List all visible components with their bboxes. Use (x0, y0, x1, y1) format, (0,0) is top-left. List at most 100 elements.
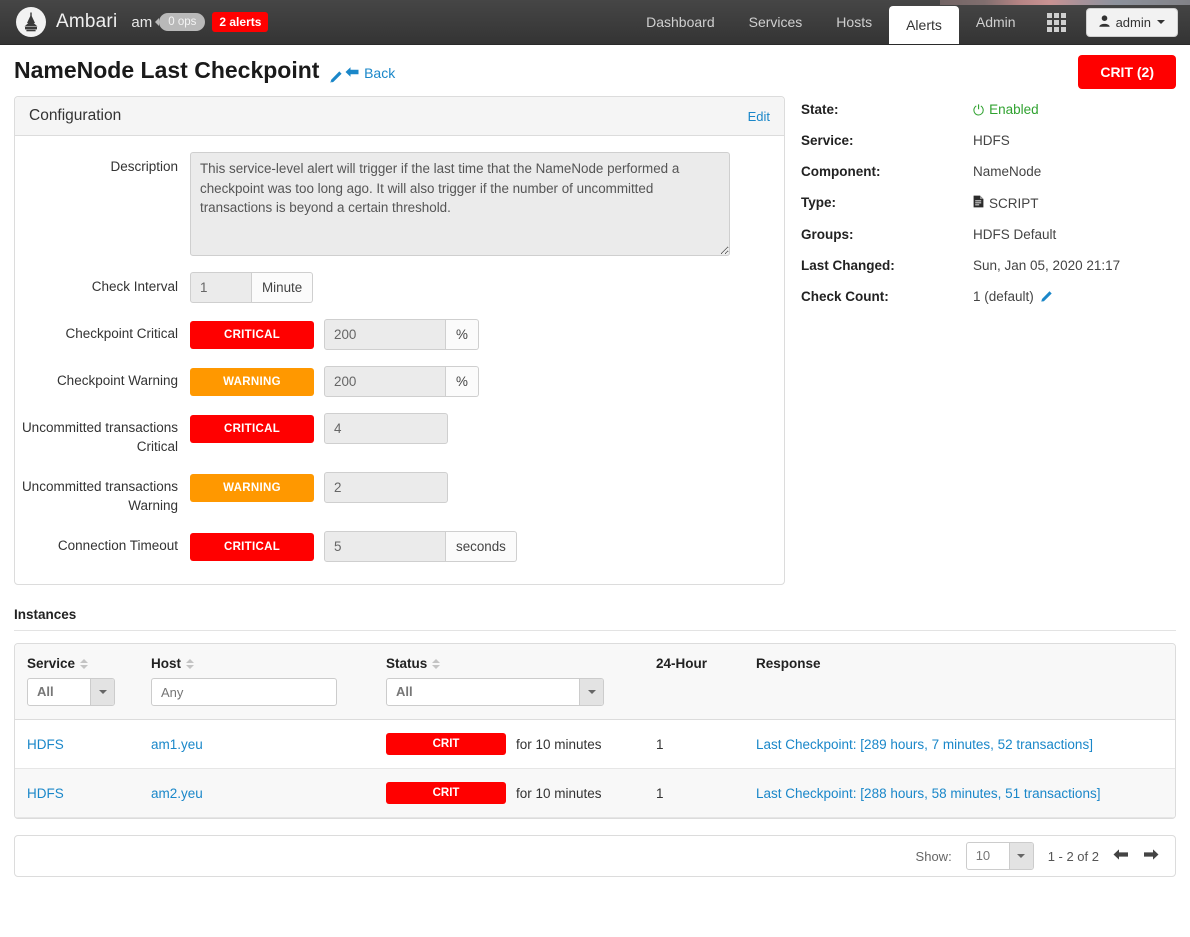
uncommitted-critical-label: Uncommitted transactions Critical (21, 420, 178, 454)
detail-value-last-changed: Sun, Jan 05, 2020 21:17 (973, 258, 1121, 273)
sort-icon[interactable] (186, 658, 194, 669)
detail-value-component: NameNode (973, 164, 1042, 179)
prev-page-button[interactable] (1113, 848, 1129, 865)
instances-table-body: HDFS am1.yeu CRIT for 10 minutes 1 Last … (15, 719, 1175, 818)
status-duration: for 10 minutes (516, 736, 602, 752)
host-filter-input[interactable] (151, 678, 337, 706)
nav-item-services[interactable]: Services (732, 0, 820, 44)
column-header-status[interactable]: Status All (374, 644, 644, 720)
nav-item-alerts[interactable]: Alerts (889, 6, 959, 44)
cell-host: am1.yeu (139, 719, 374, 769)
main-content: Configuration Edit Description This serv… (0, 84, 1190, 585)
response-link[interactable]: Last Checkpoint: [289 hours, 7 minutes, … (756, 737, 1093, 752)
column-label-service: Service (27, 656, 76, 671)
cell-host: am2.yeu (139, 768, 374, 818)
brand-name[interactable]: Ambari (56, 11, 117, 33)
sort-icon[interactable] (80, 658, 89, 669)
check-interval-input[interactable] (190, 272, 252, 303)
status-filter-select[interactable]: All (386, 678, 604, 706)
checkpoint-warning-control: WARNING % (190, 366, 479, 397)
checkpoint-critical-input[interactable] (324, 319, 446, 350)
cell-24-hour: 1 (644, 719, 744, 769)
next-page-button[interactable] (1143, 848, 1159, 865)
chevron-down-icon (1008, 843, 1033, 869)
detail-state-text: Enabled (989, 102, 1039, 117)
checkpoint-warning-input[interactable] (324, 366, 446, 397)
table-row: HDFS am2.yeu CRIT for 10 minutes 1 Last … (15, 768, 1175, 818)
connection-timeout-input[interactable] (324, 531, 446, 562)
cell-service: HDFS (15, 768, 139, 818)
service-link[interactable]: HDFS (27, 786, 64, 801)
response-link[interactable]: Last Checkpoint: [288 hours, 58 minutes,… (756, 786, 1100, 801)
severity-badge-warning[interactable]: WARNING (190, 368, 314, 396)
detail-key-check-count: Check Count: (801, 289, 889, 304)
checkpoint-critical-label: Checkpoint Critical (65, 326, 178, 341)
severity-badge-critical[interactable]: CRITICAL (190, 533, 314, 561)
cell-status: CRIT for 10 minutes (374, 719, 644, 769)
browser-content-bleed (940, 0, 1190, 5)
filter-cell-service: All (15, 671, 139, 709)
uncommitted-warning-input[interactable] (324, 472, 448, 503)
ops-badge[interactable]: 0 ops (159, 13, 206, 31)
service-filter-select[interactable]: All (27, 678, 115, 706)
form-row-uncommitted-critical: Uncommitted transactions Critical CRITIC… (15, 413, 784, 456)
detail-row-check-count: Check Count: 1 (default) (801, 289, 1176, 304)
pencil-icon[interactable] (1039, 290, 1052, 303)
form-row-checkpoint-critical: Checkpoint Critical CRITICAL % (15, 319, 784, 350)
alerts-badge[interactable]: 2 alerts (212, 12, 269, 32)
cluster-name[interactable]: am (131, 14, 152, 31)
pencil-icon[interactable] (328, 64, 343, 83)
description-textarea[interactable]: This service-level alert will trigger if… (190, 152, 730, 256)
uncommitted-critical-control: CRITICAL (190, 413, 448, 444)
host-link[interactable]: am2.yeu (151, 786, 203, 801)
service-link[interactable]: HDFS (27, 737, 64, 752)
detail-key-service: Service: (801, 133, 854, 148)
host-link[interactable]: am1.yeu (151, 737, 203, 752)
instances-divider (14, 630, 1176, 631)
detail-key-last-changed: Last Changed: (801, 258, 895, 273)
severity-badge-critical[interactable]: CRITICAL (190, 415, 314, 443)
configuration-edit-link[interactable]: Edit (748, 109, 770, 124)
script-icon (973, 195, 984, 211)
connection-timeout-control: CRITICAL seconds (190, 531, 517, 562)
severity-badge-warning[interactable]: WARNING (190, 474, 314, 502)
grid-apps-icon[interactable] (1033, 0, 1080, 44)
check-interval-label: Check Interval (91, 279, 178, 294)
checkpoint-critical-unit: % (446, 319, 479, 350)
nav-item-hosts[interactable]: Hosts (819, 0, 889, 44)
status-chip[interactable]: CRIT (386, 782, 506, 804)
uncommitted-critical-input[interactable] (324, 413, 448, 444)
connection-timeout-unit: seconds (446, 531, 517, 562)
cell-response: Last Checkpoint: [289 hours, 7 minutes, … (744, 719, 1175, 769)
cell-service: HDFS (15, 719, 139, 769)
column-label-24-hour: 24-Hour (656, 656, 708, 671)
sort-icon[interactable] (432, 658, 441, 669)
ambari-logo-icon[interactable] (16, 7, 46, 37)
detail-row-groups: Groups: HDFS Default (801, 227, 1176, 242)
chevron-down-icon (1157, 20, 1165, 24)
checkpoint-critical-control: CRITICAL % (190, 319, 479, 350)
user-menu-button[interactable]: admin (1085, 7, 1178, 37)
cell-status: CRIT for 10 minutes (374, 768, 644, 818)
filter-cell-response (744, 671, 1175, 696)
detail-value-check-count: 1 (default) (973, 289, 1052, 304)
nav-item-dashboard[interactable]: Dashboard (629, 0, 732, 44)
page-size-value: 10 (975, 848, 991, 863)
column-header-host[interactable]: Host (139, 644, 374, 720)
page-size-label: Show: (915, 848, 952, 864)
detail-key-type: Type: (801, 195, 837, 210)
page-size-select[interactable]: 10 (965, 842, 1034, 870)
status-chip[interactable]: CRIT (386, 733, 506, 755)
top-navbar: Ambari am 0 ops 2 alerts Dashboard Servi… (0, 0, 1190, 45)
severity-badge-critical[interactable]: CRITICAL (190, 321, 314, 349)
nav-item-admin[interactable]: Admin (959, 0, 1033, 44)
detail-value-type: SCRIPT (973, 195, 1039, 211)
form-row-check-interval: Check Interval Minute (15, 272, 784, 303)
filter-cell-24-hour (644, 671, 744, 696)
detail-key-component: Component: (801, 164, 881, 179)
instances-table-head: Service All Host Any Status All 24-Hour … (15, 644, 1175, 720)
column-header-service[interactable]: Service All (15, 644, 139, 720)
status-badge[interactable]: CRIT (2) (1078, 55, 1176, 89)
back-link[interactable]: Back (345, 65, 395, 81)
detail-type-text: SCRIPT (989, 195, 1039, 211)
